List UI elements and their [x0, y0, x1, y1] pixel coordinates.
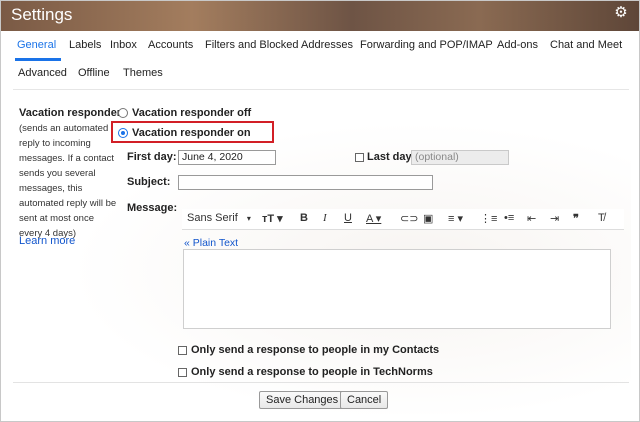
learn-more-link[interactable]: Learn more: [19, 235, 75, 247]
font-family-label: Sans Serif: [187, 212, 238, 224]
vacation-on-radio[interactable]: [118, 128, 128, 138]
tab-filters[interactable]: Filters and Blocked Addresses: [205, 39, 353, 51]
first-day-input[interactable]: June 4, 2020: [178, 150, 276, 165]
first-day-label: First day:: [127, 151, 177, 163]
vacation-responder-label: Vacation responder:: [19, 107, 125, 119]
tab-chat-meet[interactable]: Chat and Meet: [550, 39, 622, 51]
org-only-label: Only send a response to people in TechNo…: [191, 366, 433, 378]
tab-advanced[interactable]: Advanced: [18, 67, 67, 79]
vacation-off-radio[interactable]: [118, 108, 128, 118]
tab-general[interactable]: General: [17, 39, 56, 51]
vacation-off-label: Vacation responder off: [132, 107, 252, 119]
link-icon[interactable]: ⊂⊃: [400, 212, 418, 225]
tab-inbox[interactable]: Inbox: [110, 39, 137, 51]
align-icon[interactable]: ≡ ▾: [448, 212, 463, 225]
tab-labels[interactable]: Labels: [69, 39, 101, 51]
underline-icon[interactable]: U: [344, 212, 352, 224]
settings-tabs-row-1: General Labels Inbox Accounts Filters an…: [1, 31, 639, 61]
font-size-icon[interactable]: ᴛT ▾: [262, 212, 283, 225]
last-day-label: Last day:: [367, 151, 416, 163]
vacation-on-label: Vacation responder on: [132, 127, 251, 139]
vacation-off-option[interactable]: Vacation responder off: [118, 107, 251, 119]
contacts-only-label: Only send a response to people in my Con…: [191, 344, 440, 356]
last-day-input[interactable]: (optional): [411, 150, 509, 165]
text-color-icon[interactable]: A ▾: [366, 212, 381, 225]
settings-tabs-row-2: Advanced Offline Themes: [1, 59, 639, 87]
org-only-option[interactable]: Only send a response to people in TechNo…: [178, 366, 433, 378]
vacation-responder-section: Vacation responder: (sends an automated …: [13, 99, 629, 421]
footer-divider: [13, 382, 629, 383]
tab-accounts[interactable]: Accounts: [148, 39, 193, 51]
tab-add-ons[interactable]: Add-ons: [497, 39, 538, 51]
vacation-responder-description: (sends an automated reply to incoming me…: [19, 123, 117, 239]
contacts-only-option[interactable]: Only send a response to people in my Con…: [178, 344, 439, 356]
page-title: Settings: [11, 5, 73, 24]
divider: [13, 89, 629, 90]
tab-themes[interactable]: Themes: [123, 67, 163, 79]
settings-header: Settings ⚙: [1, 1, 639, 31]
message-editor[interactable]: [183, 249, 611, 329]
quote-icon[interactable]: ❞: [573, 212, 579, 225]
last-day-checkbox[interactable]: [355, 153, 364, 162]
image-icon[interactable]: ▣: [423, 212, 433, 225]
org-only-checkbox[interactable]: [178, 367, 187, 377]
bulleted-list-icon[interactable]: •≡: [504, 212, 514, 224]
editor-toolbar: Sans Serif ▾ ᴛT ▾ B I U A ▾ ⊂⊃ ▣ ≡ ▾ ⋮≡ …: [182, 209, 624, 230]
subject-input[interactable]: [178, 175, 433, 190]
plain-text-link[interactable]: « Plain Text: [184, 237, 238, 249]
cancel-button[interactable]: Cancel: [340, 391, 389, 409]
message-label: Message:: [127, 202, 178, 214]
bold-icon[interactable]: B: [300, 212, 308, 224]
contacts-only-checkbox[interactable]: [178, 345, 187, 355]
italic-icon[interactable]: I: [323, 212, 327, 224]
indent-less-icon[interactable]: ⇤: [527, 212, 536, 225]
font-family-dropdown[interactable]: Sans Serif ▾: [187, 212, 251, 224]
indent-more-icon[interactable]: ⇥: [550, 212, 559, 225]
numbered-list-icon[interactable]: ⋮≡: [480, 212, 497, 225]
vacation-on-option[interactable]: Vacation responder on: [118, 127, 251, 139]
tab-offline[interactable]: Offline: [78, 67, 110, 79]
remove-formatting-icon[interactable]: T̸: [598, 212, 605, 224]
settings-window: Settings ⚙ General Labels Inbox Accounts…: [0, 0, 640, 422]
tab-forwarding[interactable]: Forwarding and POP/IMAP: [360, 39, 493, 51]
subject-label: Subject:: [127, 176, 171, 188]
save-changes-button[interactable]: Save Changes: [259, 391, 346, 409]
gear-icon[interactable]: ⚙: [613, 5, 629, 21]
